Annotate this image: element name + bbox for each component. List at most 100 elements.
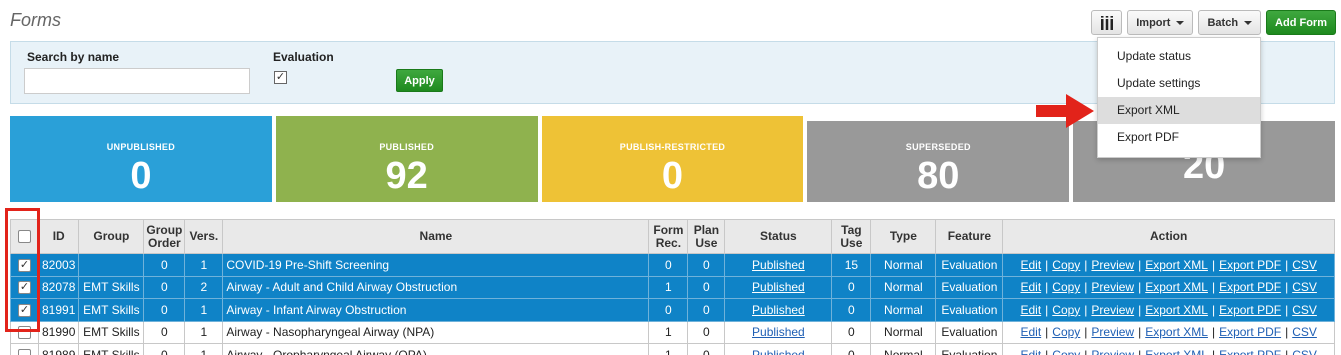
action-link-preview[interactable]: Preview: [1091, 280, 1134, 294]
add-form-button[interactable]: Add Form: [1266, 10, 1336, 35]
status-link[interactable]: Published: [752, 258, 805, 272]
status-link[interactable]: Published: [752, 280, 805, 294]
status-card[interactable]: PUBLISHED 92: [275, 116, 538, 202]
action-link-copy[interactable]: Copy: [1052, 303, 1080, 317]
col-plan-use[interactable]: Plan Use: [687, 219, 726, 254]
cell-form-rec: 1: [648, 320, 689, 344]
action-link-preview[interactable]: Preview: [1091, 325, 1134, 339]
col-group-order[interactable]: Group Order: [143, 219, 186, 254]
action-link-export-pdf[interactable]: Export PDF: [1219, 303, 1281, 317]
cell-actions: Edit | Copy | Preview | Export XML | Export PDF |…: [1002, 253, 1335, 277]
action-link-edit[interactable]: Edit: [1020, 303, 1041, 317]
action-link-copy[interactable]: Copy: [1052, 280, 1080, 294]
action-link-csv[interactable]: CSV: [1292, 325, 1317, 339]
cell-id: 82078: [37, 275, 80, 299]
action-link-export-xml[interactable]: Export XML: [1145, 325, 1208, 339]
action-link-copy[interactable]: Copy: [1052, 348, 1080, 355]
status-card-body: PUBLISHED 92: [275, 121, 538, 202]
import-button[interactable]: Import: [1127, 10, 1194, 35]
status-card[interactable]: UNPUBLISHED 0: [10, 116, 272, 202]
status-link[interactable]: Published: [752, 303, 805, 317]
apply-button[interactable]: Apply: [396, 69, 443, 92]
status-link[interactable]: Published: [752, 348, 805, 355]
action-link-preview[interactable]: Preview: [1091, 348, 1134, 355]
table-row[interactable]: ✓ 82078 EMT Skills 0 2 Airway - Adult and Chi…: [10, 275, 1335, 299]
action-link-edit[interactable]: Edit: [1020, 325, 1041, 339]
action-link-csv[interactable]: CSV: [1292, 348, 1317, 355]
status-card-label: UNPUBLISHED: [106, 142, 176, 152]
chevron-down-icon: [1176, 20, 1185, 25]
table-row[interactable]: ✓ 81991 EMT Skills 0 1 Airway - Infant Airway…: [10, 298, 1335, 322]
action-link-export-pdf[interactable]: Export PDF: [1219, 325, 1281, 339]
col-tag-use[interactable]: Tag Use: [831, 219, 872, 254]
col-group[interactable]: Group: [78, 219, 145, 254]
cell-vers: 1: [184, 253, 224, 277]
status-card[interactable]: SUPERSEDED 80: [807, 116, 1070, 202]
status-card-label: PUBLISH-RESTRICTED: [619, 142, 726, 152]
action-link-export-xml[interactable]: Export XML: [1145, 303, 1208, 317]
col-status[interactable]: Status: [724, 219, 833, 254]
row-checkbox[interactable]: [18, 348, 31, 355]
action-link-copy[interactable]: Copy: [1052, 258, 1080, 272]
action-link-export-xml[interactable]: Export XML: [1145, 348, 1208, 355]
action-link-export-xml[interactable]: Export XML: [1145, 280, 1208, 294]
action-separator: |: [1138, 302, 1142, 317]
batch-menu-item[interactable]: Update status: [1098, 43, 1260, 70]
action-link-preview[interactable]: Preview: [1091, 303, 1134, 317]
cell-group-order: 0: [143, 275, 186, 299]
table-row[interactable]: 81990 EMT Skills 0 1 Airway - Nasopharyngeal…: [10, 320, 1335, 344]
table-row[interactable]: ✓ 82003 0 1 COVID-19 Pre-Shift Screening 0 0 Pu…: [10, 253, 1335, 277]
cell-vers: 1: [184, 298, 224, 322]
status-card-count: 92: [385, 155, 428, 197]
col-name[interactable]: Name: [222, 219, 650, 254]
action-link-csv[interactable]: CSV: [1292, 258, 1317, 272]
cell-status: Published: [724, 343, 833, 355]
col-id[interactable]: ID: [37, 219, 80, 254]
action-link-copy[interactable]: Copy: [1052, 325, 1080, 339]
cell-group: EMT Skills: [78, 343, 145, 355]
column-bars-icon[interactable]: [1091, 10, 1123, 35]
col-feature[interactable]: Feature: [935, 219, 1004, 254]
action-separator: |: [1211, 347, 1216, 355]
action-link-edit[interactable]: Edit: [1020, 258, 1041, 272]
cell-id: 81991: [37, 298, 80, 322]
cell-group: EMT Skills: [78, 298, 145, 322]
status-card-label: SUPERSEDED: [905, 142, 971, 152]
action-link-csv[interactable]: CSV: [1292, 303, 1317, 317]
status-link[interactable]: Published: [752, 325, 805, 339]
cell-type: Normal: [870, 275, 937, 299]
cell-vers: 1: [184, 343, 224, 355]
column-bars-icon-glyph: [1100, 15, 1113, 30]
action-link-export-xml[interactable]: Export XML: [1145, 258, 1208, 272]
cell-status: Published: [724, 320, 833, 344]
action-link-edit[interactable]: Edit: [1020, 348, 1041, 355]
action-link-edit[interactable]: Edit: [1020, 280, 1041, 294]
search-input[interactable]: [24, 68, 250, 94]
col-form-rec[interactable]: Form Rec.: [648, 219, 689, 254]
action-separator: |: [1138, 347, 1142, 355]
cell-form-rec: 1: [648, 343, 689, 355]
table-row[interactable]: 81989 EMT Skills 0 1 Airway - Oropharyngeal …: [10, 343, 1335, 355]
cell-vers: 2: [184, 275, 224, 299]
page-title: Forms: [10, 10, 61, 30]
action-link-export-pdf[interactable]: Export PDF: [1219, 280, 1281, 294]
batch-button[interactable]: Batch: [1198, 10, 1262, 35]
action-link-preview[interactable]: Preview: [1091, 258, 1134, 272]
col-type[interactable]: Type: [870, 219, 937, 254]
evaluation-checkbox[interactable]: ✓: [274, 71, 287, 84]
action-link-export-pdf[interactable]: Export PDF: [1219, 348, 1281, 355]
status-card[interactable]: PUBLISH-RESTRICTED 0: [541, 116, 804, 202]
cell-actions: Edit | Copy | Preview | Export XML | Export PDF |…: [1002, 275, 1335, 299]
cell-tag-use: 0: [831, 298, 872, 322]
action-link-export-pdf[interactable]: Export PDF: [1219, 258, 1281, 272]
import-button-label: Import: [1136, 16, 1171, 29]
chevron-down-icon: [1244, 20, 1253, 25]
batch-menu-item[interactable]: Update settings: [1098, 70, 1260, 97]
action-separator: |: [1211, 302, 1216, 317]
col-vers[interactable]: Vers.: [184, 219, 224, 254]
batch-menu-item[interactable]: Export XML: [1098, 97, 1260, 124]
cell-plan-use: 0: [687, 320, 726, 344]
action-link-csv[interactable]: CSV: [1292, 280, 1317, 294]
batch-menu-item[interactable]: Export PDF: [1098, 124, 1260, 151]
action-separator: |: [1285, 280, 1289, 295]
